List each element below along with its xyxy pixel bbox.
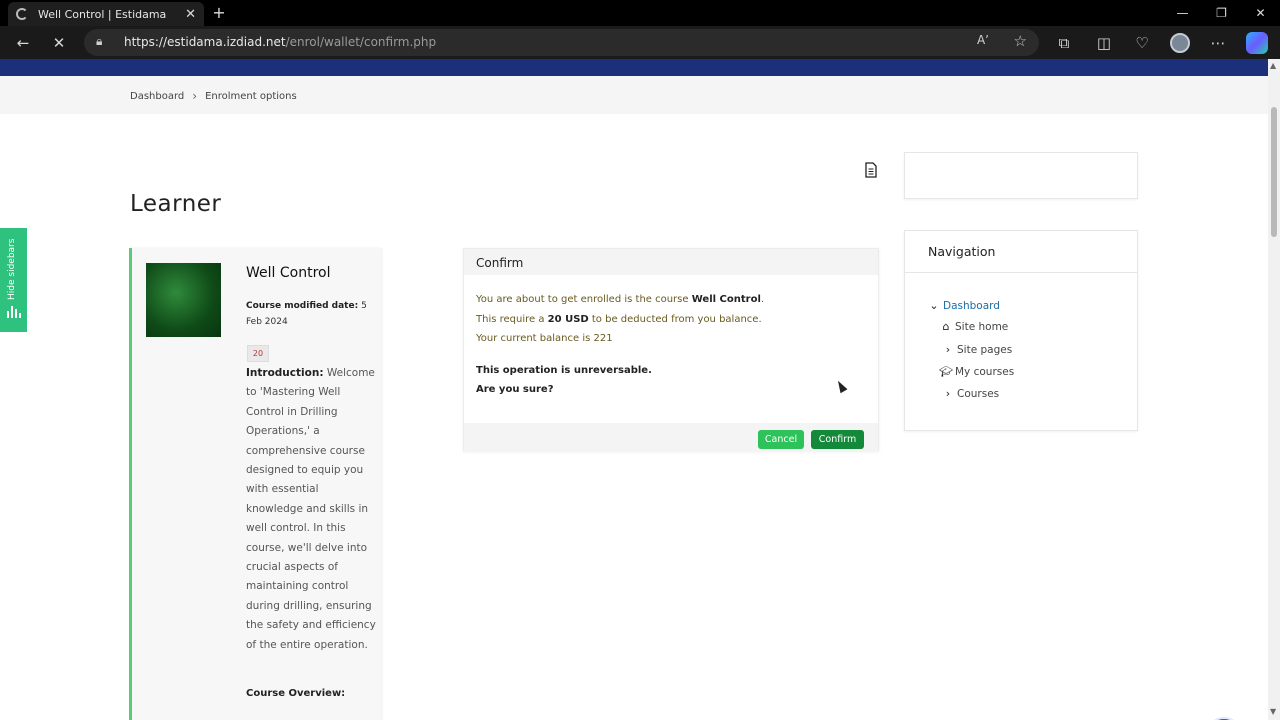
- breadcrumb-enrolment-options[interactable]: Enrolment options: [205, 91, 297, 102]
- browser-toolbar: ← ✕ 🔒︎ https://estidama.izdiad.net/enrol…: [0, 26, 1280, 59]
- navigation-block: Navigation ⌄ Dashboard ⌂ Site home › Site p…: [904, 230, 1138, 431]
- deduction-line: This require a 20 USD to be deducted fro…: [476, 313, 762, 325]
- nav-dashboard[interactable]: ⌄ Dashboard: [927, 299, 1000, 312]
- scroll-down-icon[interactable]: ▼: [1270, 707, 1276, 716]
- loading-spinner-icon: [16, 8, 28, 20]
- favorite-star-icon[interactable]: ☆: [1014, 32, 1027, 50]
- confirm-button[interactable]: Confirm: [811, 430, 864, 449]
- chevron-right-icon: ›: [945, 387, 951, 400]
- page-title: Learner: [130, 191, 222, 217]
- calendar-icon: 20: [247, 345, 269, 362]
- browser-essentials-icon[interactable]: ♡: [1131, 32, 1153, 54]
- extensions-icon[interactable]: ⧉: [1053, 32, 1075, 54]
- breadcrumb: Dashboard › Enrolment options: [130, 89, 297, 103]
- balance-line: Your current balance is 221: [476, 333, 613, 344]
- read-aloud-icon[interactable]: Aʼ: [977, 33, 989, 47]
- warning-unreversable: This operation is unreversable.: [476, 365, 652, 376]
- nav-site-home[interactable]: ⌂ Site home: [939, 320, 1009, 333]
- confirm-footer: Cancel Confirm: [464, 423, 878, 451]
- confirm-warning: This operation is unreversable. Are you …: [476, 361, 652, 399]
- split-screen-icon[interactable]: ◫: [1093, 32, 1115, 54]
- url-text[interactable]: https://estidama.izdiad.net/enrol/wallet…: [124, 35, 436, 49]
- amount: 20 USD: [547, 313, 589, 325]
- course-introduction: Introduction: Welcome to 'Mastering Well…: [246, 364, 378, 655]
- empty-side-block: [904, 152, 1138, 199]
- graduation-cap-icon: 🎓︎: [939, 365, 953, 378]
- browser-tab[interactable]: Well Control | Estidama ✕: [8, 2, 204, 26]
- nav-courses[interactable]: › Courses: [941, 387, 999, 400]
- intro-label: Introduction:: [246, 367, 324, 379]
- course-title[interactable]: Well Control: [246, 265, 330, 281]
- copilot-icon[interactable]: [1246, 32, 1268, 54]
- nav-my-courses[interactable]: 🎓︎ My courses: [939, 365, 1014, 378]
- profile-avatar[interactable]: [1170, 33, 1190, 53]
- page-scrollbar[interactable]: ▲ ▼: [1268, 59, 1280, 720]
- page-viewport: Dashboard › Enrolment options Hide sideb…: [0, 59, 1268, 720]
- course-modified-date: Course modified date: 5 Feb 2024: [246, 298, 371, 330]
- modified-label: Course modified date:: [246, 301, 359, 311]
- chevron-down-icon: ⌄: [929, 299, 939, 312]
- browser-tab-bar: Well Control | Estidama ✕ + — ❐ ✕: [0, 0, 1280, 26]
- minimize-icon[interactable]: —: [1163, 0, 1202, 26]
- cancel-button[interactable]: Cancel: [758, 430, 804, 449]
- scroll-up-icon[interactable]: ▲: [1270, 61, 1276, 70]
- course-name: Well Control: [691, 294, 761, 305]
- back-arrow-icon[interactable]: ←: [12, 32, 34, 54]
- stop-loading-icon[interactable]: ✕: [48, 32, 70, 54]
- hide-sidebars-label: Hide sidebars: [7, 238, 17, 300]
- breadcrumb-dashboard[interactable]: Dashboard: [130, 91, 184, 102]
- url-host: https://estidama.izdiad.net: [124, 35, 286, 49]
- restore-icon[interactable]: ❐: [1202, 0, 1241, 26]
- tab-title: Well Control | Estidama: [38, 7, 167, 21]
- course-card: Well Control Course modified date: 5 Feb…: [129, 248, 381, 720]
- scrollbar-thumb[interactable]: [1271, 107, 1277, 237]
- breadcrumb-bar: Dashboard › Enrolment options: [0, 76, 1268, 114]
- enrol-line: You are about to get enrolled is the cou…: [476, 294, 765, 305]
- navigation-title: Navigation: [905, 231, 1137, 273]
- hide-sidebars-button[interactable]: Hide sidebars: [0, 228, 27, 332]
- bar-chart-icon: [7, 306, 21, 318]
- chevron-right-icon: ›: [945, 343, 951, 356]
- course-overview-label: Course Overview:: [246, 688, 346, 699]
- new-tab-button[interactable]: +: [210, 4, 228, 22]
- confirm-message: You are about to get enrolled is the cou…: [476, 290, 764, 349]
- intro-text: Welcome to 'Mastering Well Control in Dr…: [246, 367, 376, 651]
- lock-icon: 🔒︎: [96, 34, 103, 48]
- close-window-icon[interactable]: ✕: [1241, 0, 1280, 26]
- close-tab-icon[interactable]: ✕: [185, 7, 196, 22]
- home-icon: ⌂: [942, 320, 950, 333]
- nav-site-pages[interactable]: › Site pages: [941, 343, 1012, 356]
- site-header-strip: [0, 59, 1268, 76]
- document-icon[interactable]: [864, 162, 878, 178]
- warning-are-you-sure: Are you sure?: [476, 384, 554, 395]
- more-menu-icon[interactable]: ⋯: [1207, 32, 1229, 54]
- confirm-title: Confirm: [464, 249, 878, 275]
- course-thumbnail[interactable]: [146, 263, 221, 337]
- confirm-panel: Confirm You are about to get enrolled is…: [463, 248, 879, 451]
- chevron-right-icon: ›: [192, 89, 198, 103]
- address-bar[interactable]: 🔒︎ https://estidama.izdiad.net/enrol/wal…: [84, 29, 1039, 56]
- window-controls: — ❐ ✕: [1163, 0, 1280, 26]
- url-path: /enrol/wallet/confirm.php: [285, 35, 437, 49]
